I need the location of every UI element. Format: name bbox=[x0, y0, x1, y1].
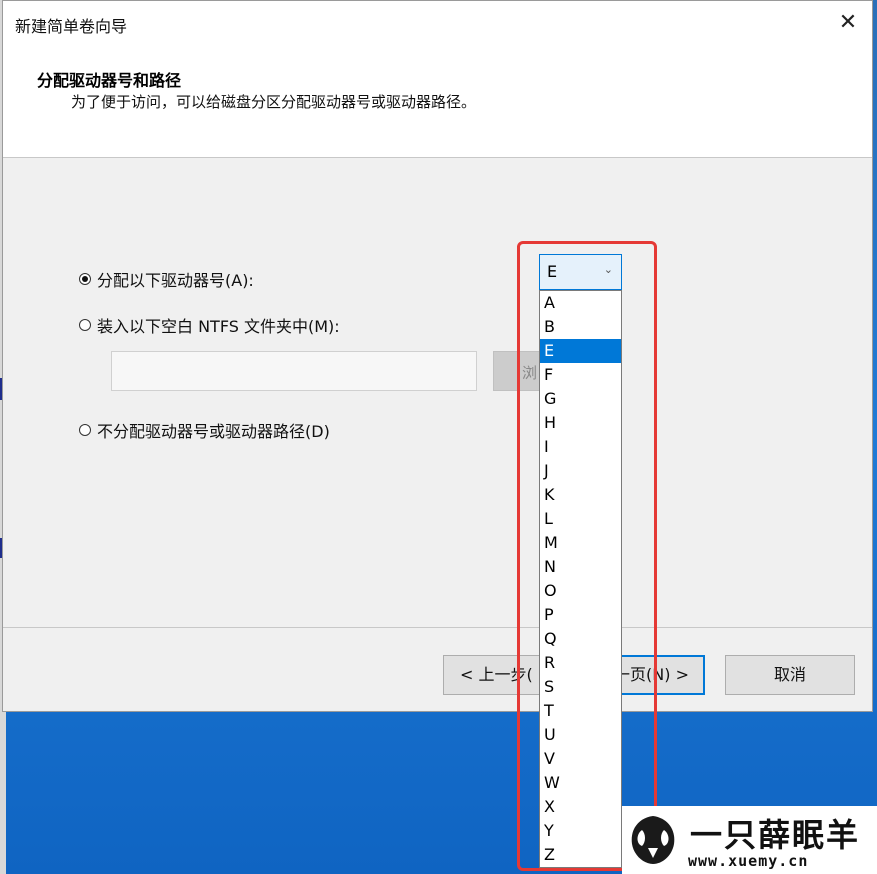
close-icon: ✕ bbox=[838, 10, 858, 35]
page-subtitle: 为了便于访问，可以给磁盘分区分配驱动器号或驱动器路径。 bbox=[71, 93, 477, 111]
drive-letter-value: E bbox=[547, 262, 558, 281]
option-mount-folder[interactable]: 装入以下空白 NTFS 文件夹中(M): bbox=[79, 313, 340, 337]
drive-letter-option[interactable]: L bbox=[540, 507, 621, 531]
new-simple-volume-wizard: 新建简单卷向导 ✕ 分配驱动器号和路径 为了便于访问，可以给磁盘分区分配驱动器号… bbox=[2, 0, 873, 712]
drive-letter-option[interactable]: N bbox=[540, 555, 621, 579]
drive-letter-option[interactable]: M bbox=[540, 531, 621, 555]
drive-letter-option[interactable]: E bbox=[540, 339, 621, 363]
drive-letter-option[interactable]: F bbox=[540, 363, 621, 387]
drive-letter-option[interactable]: Y bbox=[540, 819, 621, 843]
wizard-header: 分配驱动器号和路径 为了便于访问，可以给磁盘分区分配驱动器号或驱动器路径。 bbox=[3, 47, 872, 158]
drive-letter-option[interactable]: T bbox=[540, 699, 621, 723]
drive-letter-option[interactable]: U bbox=[540, 723, 621, 747]
drive-letter-option[interactable]: P bbox=[540, 603, 621, 627]
drive-letter-option[interactable]: Q bbox=[540, 627, 621, 651]
drive-letter-option[interactable]: V bbox=[540, 747, 621, 771]
drive-letter-option[interactable]: B bbox=[540, 315, 621, 339]
title-bar: 新建简单卷向导 ✕ bbox=[3, 1, 872, 47]
drive-letter-list: ABEFGHIJKLMNOPQRSTUVWXYZ bbox=[539, 290, 622, 868]
drive-letter-option[interactable]: X bbox=[540, 795, 621, 819]
watermark-text: 一只薛眠羊 bbox=[690, 816, 861, 854]
window-title: 新建简单卷向导 bbox=[15, 17, 128, 36]
watermark: 一只薛眠羊 www.xuemy.cn bbox=[622, 806, 877, 874]
drive-letter-option[interactable]: G bbox=[540, 387, 621, 411]
cancel-button[interactable]: 取消 bbox=[725, 655, 855, 695]
drive-letter-option[interactable]: Z bbox=[540, 843, 621, 867]
drive-letter-option[interactable]: W bbox=[540, 771, 621, 795]
radio-no-assign[interactable] bbox=[79, 424, 91, 436]
chevron-down-icon: ⌄ bbox=[603, 263, 613, 276]
drive-letter-option[interactable]: O bbox=[540, 579, 621, 603]
drive-letter-option[interactable]: R bbox=[540, 651, 621, 675]
drive-letter-option[interactable]: I bbox=[540, 435, 621, 459]
watermark-url: www.xuemy.cn bbox=[688, 852, 809, 870]
option-no-assign[interactable]: 不分配驱动器号或驱动器路径(D) bbox=[79, 418, 330, 442]
page-title: 分配驱动器号和路径 bbox=[37, 71, 182, 90]
ram-logo-icon bbox=[631, 816, 675, 864]
drive-letter-option[interactable]: K bbox=[540, 483, 621, 507]
folder-path-input[interactable] bbox=[111, 351, 477, 391]
drive-letter-option[interactable]: H bbox=[540, 411, 621, 435]
option-assign-letter-label: 分配以下驱动器号(A): bbox=[97, 271, 254, 290]
drive-letter-option[interactable]: A bbox=[540, 291, 621, 315]
option-no-assign-label: 不分配驱动器号或驱动器路径(D) bbox=[97, 422, 330, 441]
drive-letter-option[interactable]: S bbox=[540, 675, 621, 699]
drive-letter-select[interactable]: E ⌄ bbox=[539, 254, 622, 290]
option-mount-folder-label: 装入以下空白 NTFS 文件夹中(M): bbox=[97, 317, 340, 336]
option-assign-letter[interactable]: 分配以下驱动器号(A): bbox=[79, 267, 254, 291]
radio-mount-folder[interactable] bbox=[79, 319, 91, 331]
radio-assign-letter[interactable] bbox=[79, 273, 91, 285]
close-button[interactable]: ✕ bbox=[828, 5, 868, 41]
footer-divider bbox=[3, 627, 872, 628]
drive-letter-option[interactable]: J bbox=[540, 459, 621, 483]
